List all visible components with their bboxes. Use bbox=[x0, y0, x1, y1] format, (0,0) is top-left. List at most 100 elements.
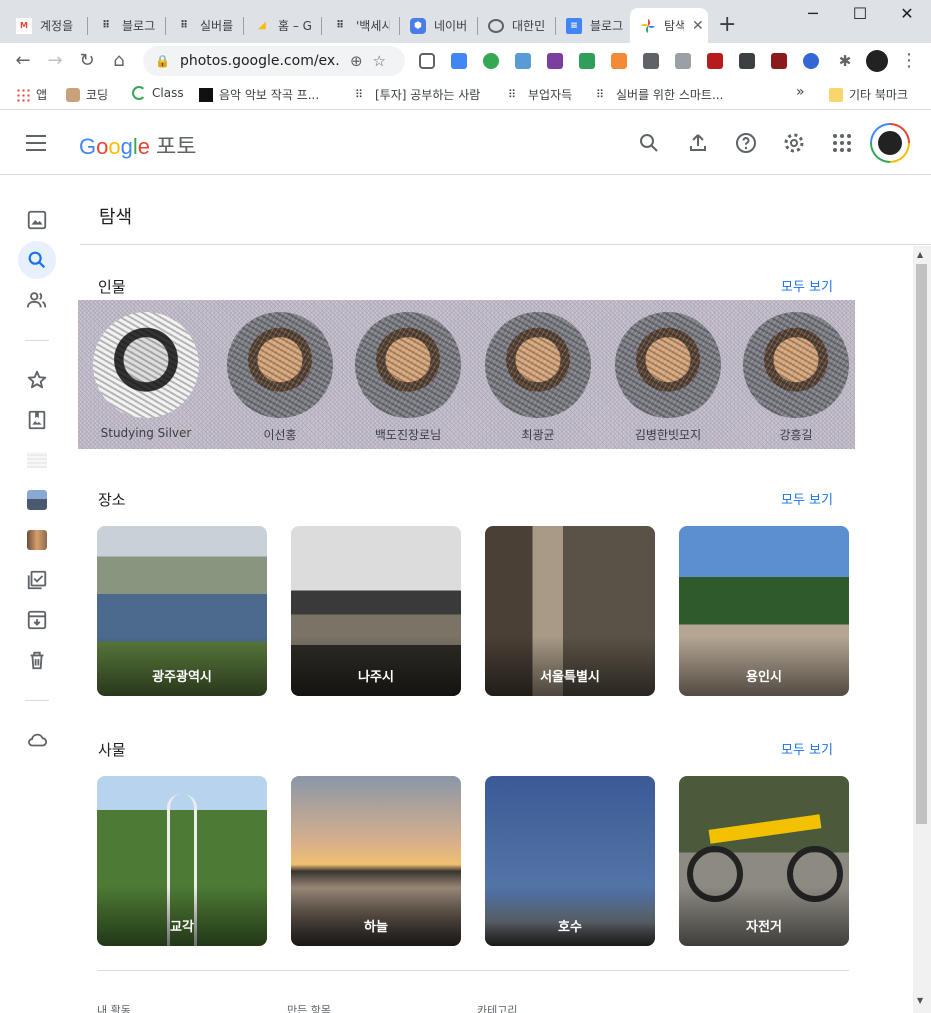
tab-korea[interactable]: 대한민 bbox=[478, 8, 546, 43]
place-card-yongin[interactable]: 용인시 bbox=[679, 526, 849, 696]
scroll-up-icon[interactable]: ▲ bbox=[917, 250, 923, 259]
extension-icon[interactable] bbox=[579, 53, 595, 69]
tab-adsense[interactable]: ◢ 홈 – G bbox=[244, 8, 312, 43]
nav-albums[interactable] bbox=[18, 401, 56, 439]
back-arrow-icon[interactable]: ← bbox=[12, 51, 34, 71]
bookmark-class[interactable]: Class bbox=[132, 86, 184, 100]
forward-arrow-icon[interactable]: → bbox=[44, 51, 66, 71]
nav-album-people[interactable] bbox=[18, 521, 56, 559]
add-icon[interactable]: ⊕ bbox=[350, 52, 363, 70]
person-item[interactable]: 김병한빗모지 bbox=[608, 312, 728, 443]
bookmark-music[interactable]: 음악 악보 작곡 프... bbox=[199, 86, 319, 103]
tab-docs[interactable]: ≡ 블로그 bbox=[556, 8, 624, 43]
google-apps-icon[interactable] bbox=[830, 131, 854, 155]
bookmark-label: [투자] 공부하는 사람 bbox=[375, 88, 481, 102]
search-icon[interactable] bbox=[637, 131, 661, 155]
extension-icon[interactable] bbox=[515, 53, 531, 69]
bookmark-star-icon[interactable]: ☆ bbox=[373, 52, 386, 70]
people-see-all-link[interactable]: 모두 보기 bbox=[781, 276, 833, 295]
person-item[interactable]: 이선홍 bbox=[220, 312, 340, 443]
nav-trash[interactable] bbox=[18, 641, 56, 679]
main-menu-icon[interactable] bbox=[26, 135, 46, 151]
tab-naver[interactable]: ⬢ 네이버 bbox=[400, 8, 468, 43]
address-bar[interactable]: 🔒 photos.google.com/ex... ⊕ ☆ bbox=[143, 46, 405, 76]
nav-explore[interactable] bbox=[18, 241, 56, 279]
person-face bbox=[355, 312, 461, 418]
bookmark-silver[interactable]: ⠿ 실버를 위한 스마트... bbox=[596, 86, 723, 103]
thing-card-bridge[interactable]: 교각 bbox=[97, 776, 267, 946]
nav-archive[interactable] bbox=[18, 601, 56, 639]
tab-100se[interactable]: ⠿ '백세시 bbox=[322, 8, 390, 43]
extension-icon[interactable] bbox=[803, 53, 819, 69]
translate-icon[interactable] bbox=[451, 53, 467, 69]
nav-photos[interactable] bbox=[18, 201, 56, 239]
scrollbar[interactable]: ▲ ▼ bbox=[913, 246, 931, 1013]
nav-thumbnail-blank[interactable] bbox=[18, 441, 56, 479]
scroll-down-icon[interactable]: ▼ bbox=[917, 996, 923, 1005]
extension-icon[interactable] bbox=[675, 53, 691, 69]
browser-toolbar: ← → ↻ ⌂ 🔒 photos.google.com/ex... ⊕ ☆ ✱ … bbox=[0, 43, 931, 79]
profile-avatar-icon[interactable] bbox=[866, 50, 888, 72]
account-avatar[interactable] bbox=[870, 123, 910, 163]
scroll-thumb[interactable] bbox=[916, 264, 927, 824]
explore-content: 탐색 인물 모두 보기 Studying Silver 이선홍 백도진장로님 최… bbox=[78, 176, 931, 1013]
nav-favorites[interactable] bbox=[18, 361, 56, 399]
place-label: 나주시 bbox=[358, 670, 394, 685]
search-icon bbox=[28, 251, 46, 269]
extension-icon[interactable] bbox=[643, 53, 659, 69]
tab-label: 블로그 bbox=[122, 19, 156, 33]
other-bookmarks[interactable]: 기타 북마크 bbox=[829, 86, 908, 103]
tab-silver[interactable]: ⠿ 실버를 bbox=[166, 8, 234, 43]
minimize-icon[interactable]: ─ bbox=[798, 4, 828, 23]
thing-card-lake[interactable]: 호수 bbox=[485, 776, 655, 946]
nav-sharing[interactable] bbox=[18, 281, 56, 319]
bookmarks-overflow-button[interactable]: » bbox=[796, 84, 805, 100]
upload-icon[interactable] bbox=[686, 131, 710, 155]
places-see-all-link[interactable]: 모두 보기 bbox=[781, 489, 833, 508]
extension-icon[interactable] bbox=[771, 53, 787, 69]
person-item[interactable]: 최광균 bbox=[478, 312, 598, 443]
more-vert-icon[interactable]: ⋮ bbox=[898, 51, 920, 71]
extension-icon[interactable] bbox=[611, 53, 627, 69]
place-card-gwangju[interactable]: 광주광역시 bbox=[97, 526, 267, 696]
help-icon[interactable] bbox=[734, 131, 758, 155]
nav-storage[interactable] bbox=[18, 721, 56, 759]
things-see-all-link[interactable]: 모두 보기 bbox=[781, 739, 833, 758]
bookmark-invest[interactable]: ⠿ [투자] 공부하는 사람 bbox=[355, 86, 480, 103]
thing-card-bicycle[interactable]: 자전거 bbox=[679, 776, 849, 946]
extension-icon[interactable] bbox=[483, 53, 499, 69]
bookmark-sidejob[interactable]: ⠿ 부업자득 bbox=[508, 86, 572, 103]
place-card-seoul[interactable]: 서울특별시 bbox=[485, 526, 655, 696]
gmail-icon: M bbox=[16, 17, 32, 34]
person-item[interactable]: 강흥길 bbox=[736, 312, 856, 443]
close-tab-icon[interactable]: ✕ bbox=[692, 18, 704, 34]
new-tab-button[interactable]: + bbox=[718, 12, 736, 37]
thing-card-sky[interactable]: 하늘 bbox=[291, 776, 461, 946]
person-item[interactable]: 백도진장로님 bbox=[348, 312, 468, 443]
naver-search-icon: ⬢ bbox=[410, 17, 426, 34]
reload-icon[interactable]: ↻ bbox=[76, 51, 98, 71]
close-window-icon[interactable]: ✕ bbox=[892, 4, 922, 23]
extension-icon[interactable] bbox=[739, 53, 755, 69]
tab-gmail[interactable]: M 계정을 bbox=[6, 8, 74, 43]
nav-utilities[interactable] bbox=[18, 561, 56, 599]
onenote-icon[interactable] bbox=[547, 53, 563, 69]
ublock-icon[interactable] bbox=[707, 53, 723, 69]
tab-photos[interactable]: 탐색 ✕ bbox=[630, 8, 708, 43]
tab-blog[interactable]: ⠿ 블로그 bbox=[88, 8, 156, 43]
adsense-icon: ◢ bbox=[258, 20, 266, 31]
trash-icon bbox=[30, 651, 44, 670]
settings-gear-icon[interactable] bbox=[782, 131, 806, 155]
place-card-naju[interactable]: 나주시 bbox=[291, 526, 461, 696]
home-icon[interactable]: ⌂ bbox=[108, 51, 130, 71]
nav-album-city[interactable] bbox=[18, 481, 56, 519]
pocket-icon[interactable] bbox=[419, 53, 435, 69]
google-photos-logo[interactable]: Google 포토 bbox=[79, 129, 197, 161]
album-thumbnail bbox=[27, 490, 47, 510]
maximize-icon[interactable]: ☐ bbox=[845, 4, 875, 23]
bookmark-coding[interactable]: 코딩 bbox=[66, 86, 108, 103]
bookmark-apps[interactable]: 앱 bbox=[16, 86, 47, 103]
person-item[interactable]: Studying Silver bbox=[86, 312, 206, 440]
tab-label: 대한민 bbox=[512, 19, 546, 33]
puzzle-icon[interactable]: ✱ bbox=[834, 51, 856, 71]
